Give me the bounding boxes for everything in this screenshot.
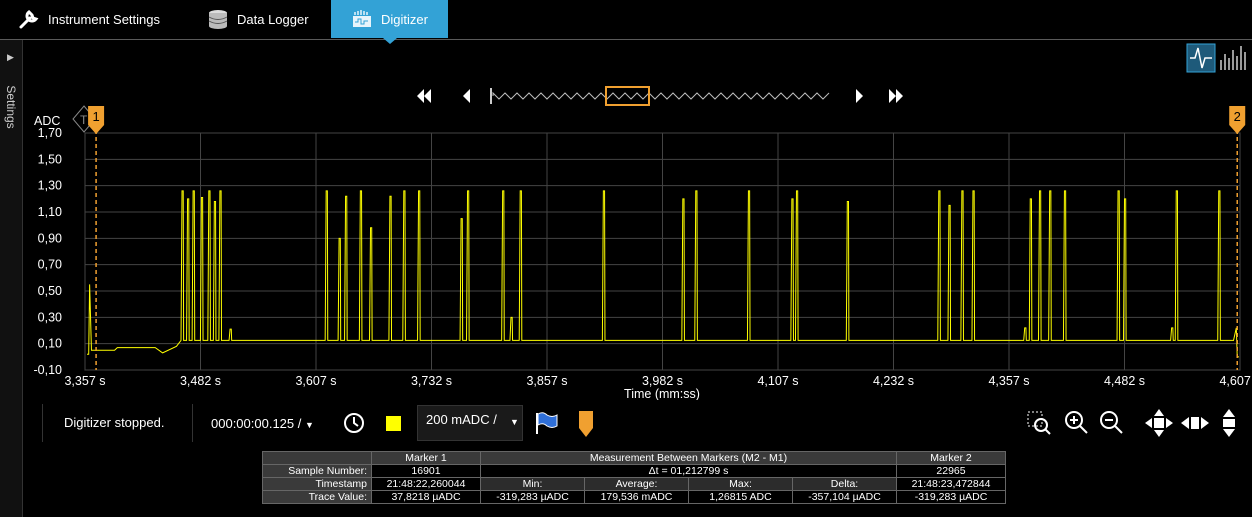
x-tick-label: 3,982 s [642, 374, 683, 388]
x-tick-label: 3,732 s [411, 374, 452, 388]
chevron-down-icon: ▼ [510, 417, 519, 427]
histogram-view-button[interactable] [1220, 46, 1246, 70]
table-cell: -319,283 µADC [480, 490, 585, 504]
divider [42, 404, 43, 442]
x-tick-label: 4,607 s [1219, 374, 1252, 388]
nav-next-button[interactable] [856, 89, 863, 103]
y-tick-label: 1,10 [38, 205, 62, 219]
table-cell: 22965 [896, 464, 1006, 478]
fit-vertical-icon[interactable] [1214, 408, 1244, 438]
marker-label: 2 [1234, 109, 1241, 124]
nav-prev-button[interactable] [463, 89, 470, 103]
x-axis-label: Time (mm:ss) [624, 387, 700, 400]
marker-label: 1 [92, 109, 99, 124]
table-cell: 179,536 mADC [584, 490, 689, 504]
x-tick-label: 4,232 s [873, 374, 914, 388]
digitizer-plot[interactable]: ADC T 1,701,501,301,100,900,700,500,300,… [0, 0, 1252, 400]
trigger-label: T [80, 113, 88, 127]
table-cell: 16901 [371, 464, 481, 478]
scale-select[interactable]: 200 mADC / ▼ [417, 405, 523, 441]
chevron-down-icon: ▼ [304, 420, 314, 430]
row-label: Timestamp [262, 477, 372, 491]
add-marker-icon[interactable] [577, 410, 595, 438]
scale-value: 200 mADC / [426, 412, 497, 427]
y-tick-label: 0,70 [38, 258, 62, 272]
clock-icon[interactable] [342, 411, 366, 435]
zoom-region-icon[interactable] [1026, 410, 1052, 436]
table-corner [262, 451, 372, 465]
fit-horizontal-icon[interactable] [1180, 408, 1210, 438]
nav-first-button[interactable] [417, 89, 431, 103]
fit-all-icon[interactable] [1144, 408, 1174, 438]
scope-view-button[interactable] [1186, 43, 1216, 73]
x-tick-label: 4,482 s [1104, 374, 1145, 388]
measurement-table: Marker 1 Measurement Between Markers (M2… [262, 451, 1006, 504]
status-text: Digitizer stopped. [64, 415, 165, 430]
table-cell: Average: [584, 477, 689, 491]
table-cell: 1,26815 ADC [688, 490, 793, 504]
table-cell: Delta: [792, 477, 897, 491]
x-tick-label: 3,857 s [526, 374, 567, 388]
table-cell: 21:48:23,472844 [896, 477, 1006, 491]
overview-strip[interactable] [490, 86, 830, 106]
divider [192, 404, 193, 442]
y-tick-label: 0,10 [38, 337, 62, 351]
x-tick-label: 3,482 s [180, 374, 221, 388]
y-tick-label: 1,50 [38, 152, 62, 166]
column-header: Marker 2 [896, 451, 1006, 465]
y-tick-label: 1,70 [38, 126, 62, 140]
table-cell: -357,104 µADC [792, 490, 897, 504]
x-tick-label: 3,607 s [295, 374, 336, 388]
zoom-in-icon[interactable] [1064, 410, 1090, 436]
trace-color-swatch[interactable] [386, 416, 401, 431]
nav-last-button[interactable] [889, 89, 903, 103]
row-label: Sample Number: [262, 464, 372, 478]
table-cell: -319,283 µADC [896, 490, 1006, 504]
flag-icon[interactable] [533, 410, 559, 436]
y-tick-label: 0,50 [38, 284, 62, 298]
zoom-out-icon[interactable] [1099, 410, 1125, 436]
column-header: Measurement Between Markers (M2 - M1) [480, 451, 897, 465]
y-tick-label: 0,90 [38, 231, 62, 245]
column-header: Marker 1 [371, 451, 481, 465]
x-tick-label: 4,357 s [988, 374, 1029, 388]
table-cell: 37,8218 µADC [371, 490, 481, 504]
table-cell: Δt = 01,212799 s [480, 464, 897, 478]
timebase-value: 000:00:00.125 / [211, 416, 302, 431]
timebase-select[interactable]: 000:00:00.125 / ▼ [211, 416, 314, 431]
table-cell: 21:48:22,260044 [371, 477, 481, 491]
table-cell: Min: [480, 477, 585, 491]
row-label: Trace Value: [262, 490, 372, 504]
x-tick-label: 3,357 s [64, 374, 105, 388]
y-tick-label: 1,30 [38, 179, 62, 193]
y-tick-label: 0,30 [38, 310, 62, 324]
y-tick-label: -0,10 [34, 363, 63, 377]
table-cell: Max: [688, 477, 793, 491]
x-tick-label: 4,107 s [757, 374, 798, 388]
